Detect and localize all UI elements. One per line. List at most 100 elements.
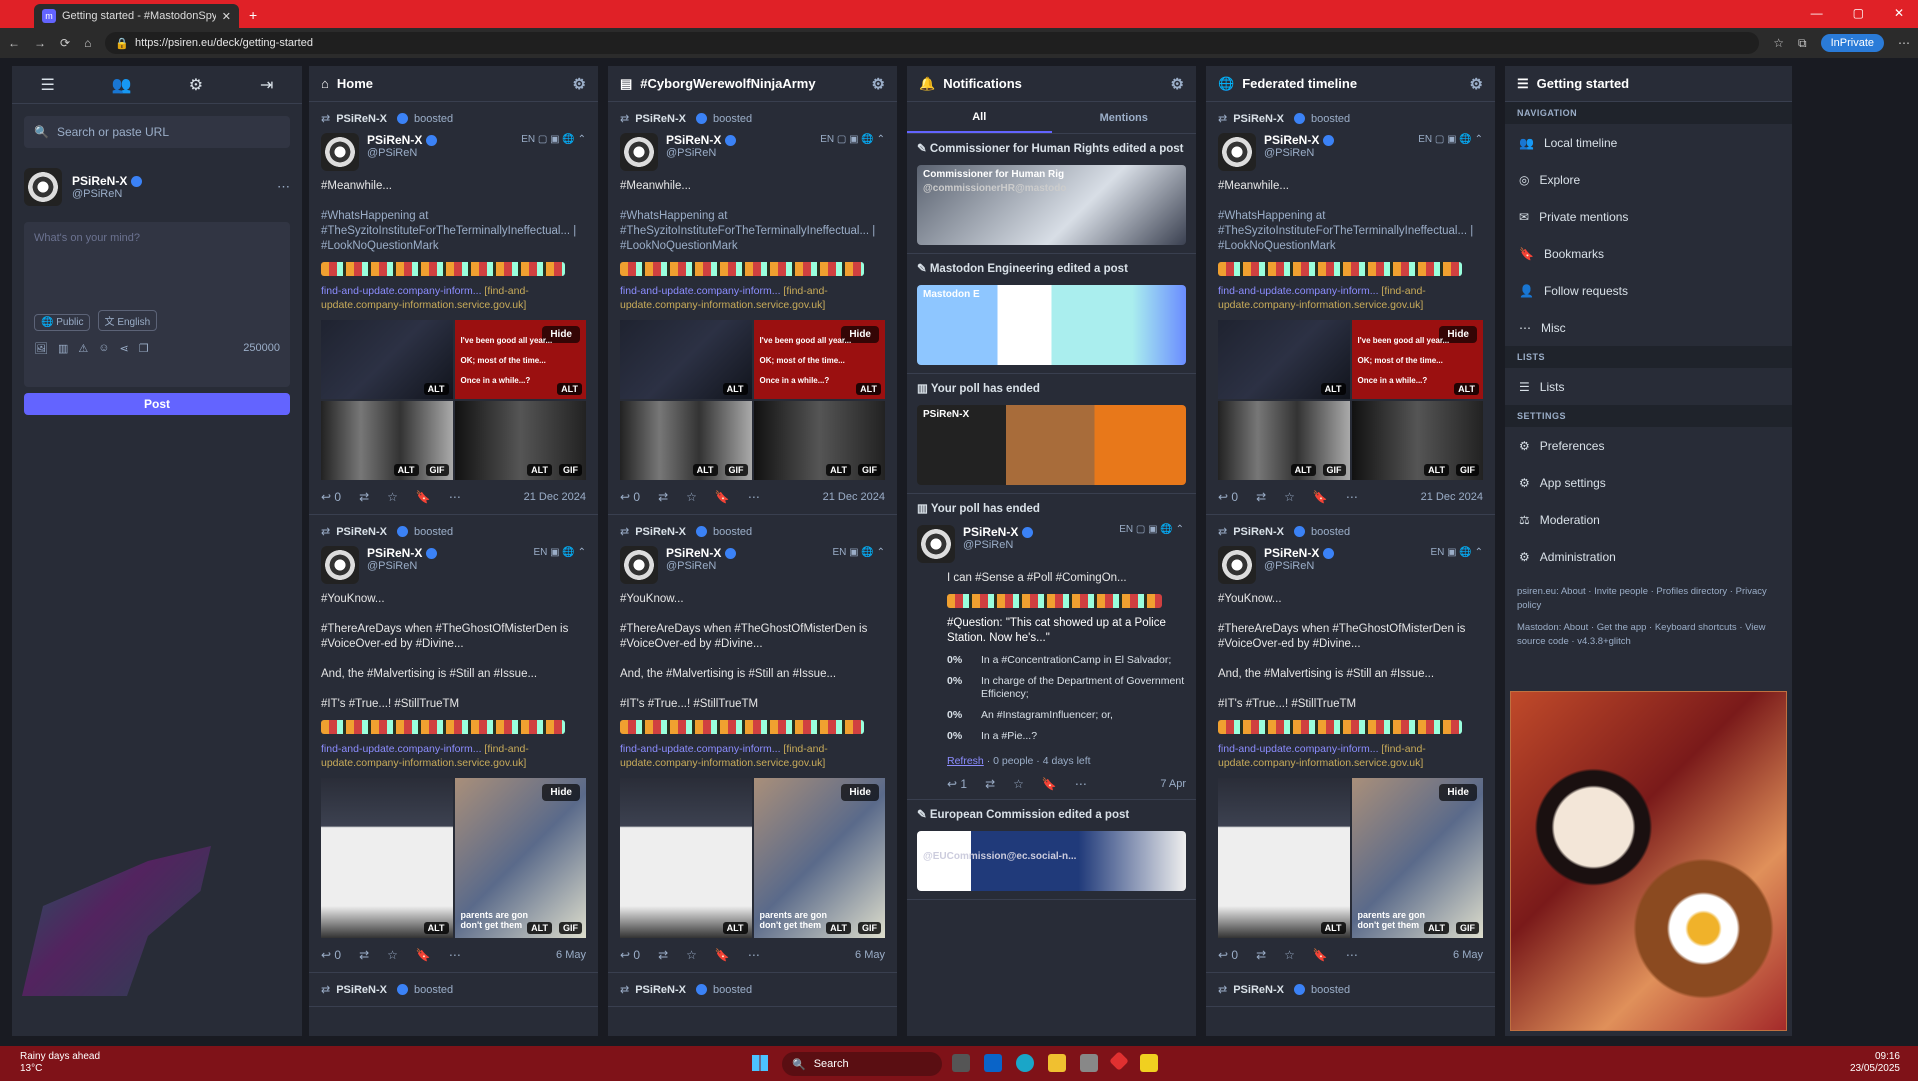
- file-explorer-icon[interactable]: [1048, 1054, 1066, 1072]
- boost-icon[interactable]: ⇄: [985, 777, 995, 791]
- hide-button[interactable]: Hide: [1439, 784, 1477, 801]
- alt-badge[interactable]: ALT: [1424, 464, 1449, 476]
- more-icon[interactable]: ⋯: [1898, 36, 1910, 50]
- bookmark-icon[interactable]: 🔖: [416, 948, 431, 962]
- nav-explore[interactable]: ◎ Explore: [1505, 161, 1792, 198]
- boost-icon[interactable]: ⇄: [359, 948, 369, 962]
- alt-badge[interactable]: ALT: [527, 464, 552, 476]
- notification[interactable]: ✎ European Commission edited a post @EUC…: [907, 800, 1196, 900]
- alt-badge[interactable]: ALT: [393, 464, 419, 476]
- bookmark-icon[interactable]: 🔖: [715, 948, 730, 962]
- media-image[interactable]: ALT: [321, 320, 453, 399]
- forward-icon[interactable]: →: [34, 36, 46, 50]
- avatar[interactable]: [321, 546, 359, 584]
- booster-name[interactable]: PSiReN-X: [635, 984, 686, 996]
- link-preview[interactable]: find-and-update.company-inform... [find-…: [1218, 284, 1483, 312]
- outlook-icon[interactable]: [984, 1054, 1002, 1072]
- link-preview[interactable]: find-and-update.company-inform... [find-…: [1218, 742, 1483, 770]
- maximize-icon[interactable]: ▢: [1853, 6, 1864, 20]
- alt-badge[interactable]: ALT: [692, 464, 718, 476]
- people-icon[interactable]: 👥: [112, 75, 132, 95]
- nav-lists[interactable]: ☰ Lists: [1505, 368, 1792, 405]
- booster-name[interactable]: PSiReN-X: [336, 113, 387, 125]
- refresh-link[interactable]: Refresh: [947, 755, 984, 767]
- media-gif[interactable]: ALT GIF: [1351, 401, 1483, 480]
- avatar[interactable]: [620, 133, 658, 171]
- reply-icon[interactable]: ↩ 0: [321, 948, 341, 962]
- status[interactable]: ⇄ PSiReN-X boosted: [309, 973, 598, 1007]
- handle[interactable]: @PSiReN: [1264, 560, 1334, 572]
- reply-icon[interactable]: ↩ 0: [620, 948, 640, 962]
- link-preview[interactable]: find-and-update.company-inform... [find-…: [321, 742, 586, 770]
- nav-misc[interactable]: ⋯ Misc: [1505, 309, 1792, 346]
- media-gallery[interactable]: ALT Hide I've been good all year... OK; mo…: [1218, 320, 1483, 480]
- alt-badge[interactable]: ALT: [1454, 383, 1479, 395]
- favourite-icon[interactable]: ☆: [1284, 948, 1295, 962]
- media-gif[interactable]: ALT GIF: [454, 401, 586, 480]
- mastodon-links[interactable]: Mastodon: About · Get the app · Keyboard…: [1517, 621, 1780, 649]
- avatar[interactable]: [321, 133, 359, 171]
- windows-start-icon[interactable]: [752, 1055, 768, 1071]
- taskbar-search[interactable]: 🔍 Search: [782, 1052, 942, 1076]
- handle[interactable]: @PSiReN: [666, 147, 736, 159]
- bookmark-icon[interactable]: 🔖: [416, 490, 431, 504]
- media-image[interactable]: ALT: [1218, 778, 1350, 938]
- notification-preview[interactable]: Commissioner for Human Rig @commissionerH…: [917, 165, 1186, 245]
- status[interactable]: ⇄ PSiReN-X boosted: [608, 973, 897, 1007]
- boost-icon[interactable]: ⇄: [658, 490, 668, 504]
- alt-badge[interactable]: ALT: [423, 922, 449, 934]
- display-name[interactable]: PSiReN-X: [367, 546, 422, 560]
- booster-name[interactable]: PSiReN-X: [336, 984, 387, 996]
- favourite-icon[interactable]: ☆: [686, 948, 697, 962]
- media-gif[interactable]: Hide parents are gon don't get them ALT GIF: [454, 778, 586, 938]
- booster-name[interactable]: PSiReN-X: [635, 113, 686, 125]
- status[interactable]: ⇄ PSiReN-X boosted PSiReN-X @PSiReN EN ▢ ▣ …: [309, 102, 598, 515]
- reply-icon[interactable]: ↩ 0: [1218, 948, 1238, 962]
- compose-textarea[interactable]: What's on your mind? 🌐 Public 文 English …: [24, 222, 290, 387]
- handle[interactable]: @PSiReN: [666, 560, 736, 572]
- notification[interactable]: ▥ Your poll has ended PSiReN-X: [907, 374, 1196, 494]
- column-header[interactable]: ▤ #CyborgWerewolfNinjaArmy ⚙: [608, 66, 897, 102]
- gear-icon[interactable]: ⚙: [189, 75, 203, 95]
- booster-name[interactable]: PSiReN-X: [635, 526, 686, 538]
- warning-icon[interactable]: ⚠: [78, 342, 88, 355]
- browser-tab[interactable]: m Getting started - #MastodonSpyF ✕: [34, 4, 239, 28]
- status[interactable]: ⇄ PSiReN-X boosted PSiReN-X @PSiReN EN ▣ 🌐 …: [309, 515, 598, 973]
- favorites-icon[interactable]: ☆: [1773, 36, 1784, 50]
- favourite-icon[interactable]: ☆: [1284, 490, 1295, 504]
- share-icon[interactable]: ⋖: [119, 342, 128, 355]
- tab-all[interactable]: All: [907, 102, 1052, 133]
- media-gif[interactable]: ALT GIF: [321, 401, 453, 480]
- visibility-button[interactable]: 🌐 Public: [34, 314, 91, 331]
- nav-local-timeline[interactable]: 👥 Local timeline: [1505, 124, 1792, 161]
- link-preview[interactable]: find-and-update.company-inform... [find-…: [321, 284, 586, 312]
- status-date[interactable]: 6 May: [1453, 949, 1483, 961]
- media-image[interactable]: ALT: [620, 320, 752, 399]
- media-gallery[interactable]: ALT Hide parents are gon don't get them AL…: [321, 778, 586, 938]
- notification-preview[interactable]: @EUCommission@ec.social-n...: [917, 831, 1186, 891]
- alt-badge[interactable]: ALT: [1320, 383, 1346, 395]
- status-date[interactable]: 21 Dec 2024: [1421, 491, 1483, 503]
- bookmark-icon[interactable]: 🔖: [715, 490, 730, 504]
- media-gif[interactable]: Hide parents are gon don't get them ALT GIF: [1351, 778, 1483, 938]
- notification-preview[interactable]: Mastodon E: [917, 285, 1186, 365]
- weather-widget[interactable]: Rainy days ahead 13°C: [20, 1051, 100, 1075]
- status[interactable]: ⇄ PSiReN-X boosted PSiReN-X @PSiReN EN ▢ ▣ …: [608, 102, 897, 515]
- favourite-icon[interactable]: ☆: [387, 948, 398, 962]
- alt-badge[interactable]: ALT: [1290, 464, 1316, 476]
- alt-badge[interactable]: ALT: [722, 922, 748, 934]
- bookmark-icon[interactable]: 🔖: [1313, 490, 1328, 504]
- boost-icon[interactable]: ⇄: [1256, 490, 1266, 504]
- alt-badge[interactable]: ALT: [527, 922, 552, 934]
- alt-badge[interactable]: ALT: [826, 464, 851, 476]
- link-preview[interactable]: find-and-update.company-inform... [find-…: [620, 742, 885, 770]
- alt-badge[interactable]: ALT: [826, 922, 851, 934]
- display-name[interactable]: PSiReN-X: [666, 546, 721, 560]
- hide-button[interactable]: Hide: [542, 784, 580, 801]
- column-header[interactable]: ⌂ Home ⚙: [309, 66, 598, 102]
- more-icon[interactable]: ⋯: [277, 179, 290, 195]
- quote-icon[interactable]: ❐: [139, 342, 149, 355]
- alt-badge[interactable]: ALT: [1424, 922, 1449, 934]
- url-field[interactable]: 🔒 https://psiren.eu/deck/getting-started: [105, 32, 1760, 54]
- more-icon[interactable]: ⋯: [748, 948, 760, 962]
